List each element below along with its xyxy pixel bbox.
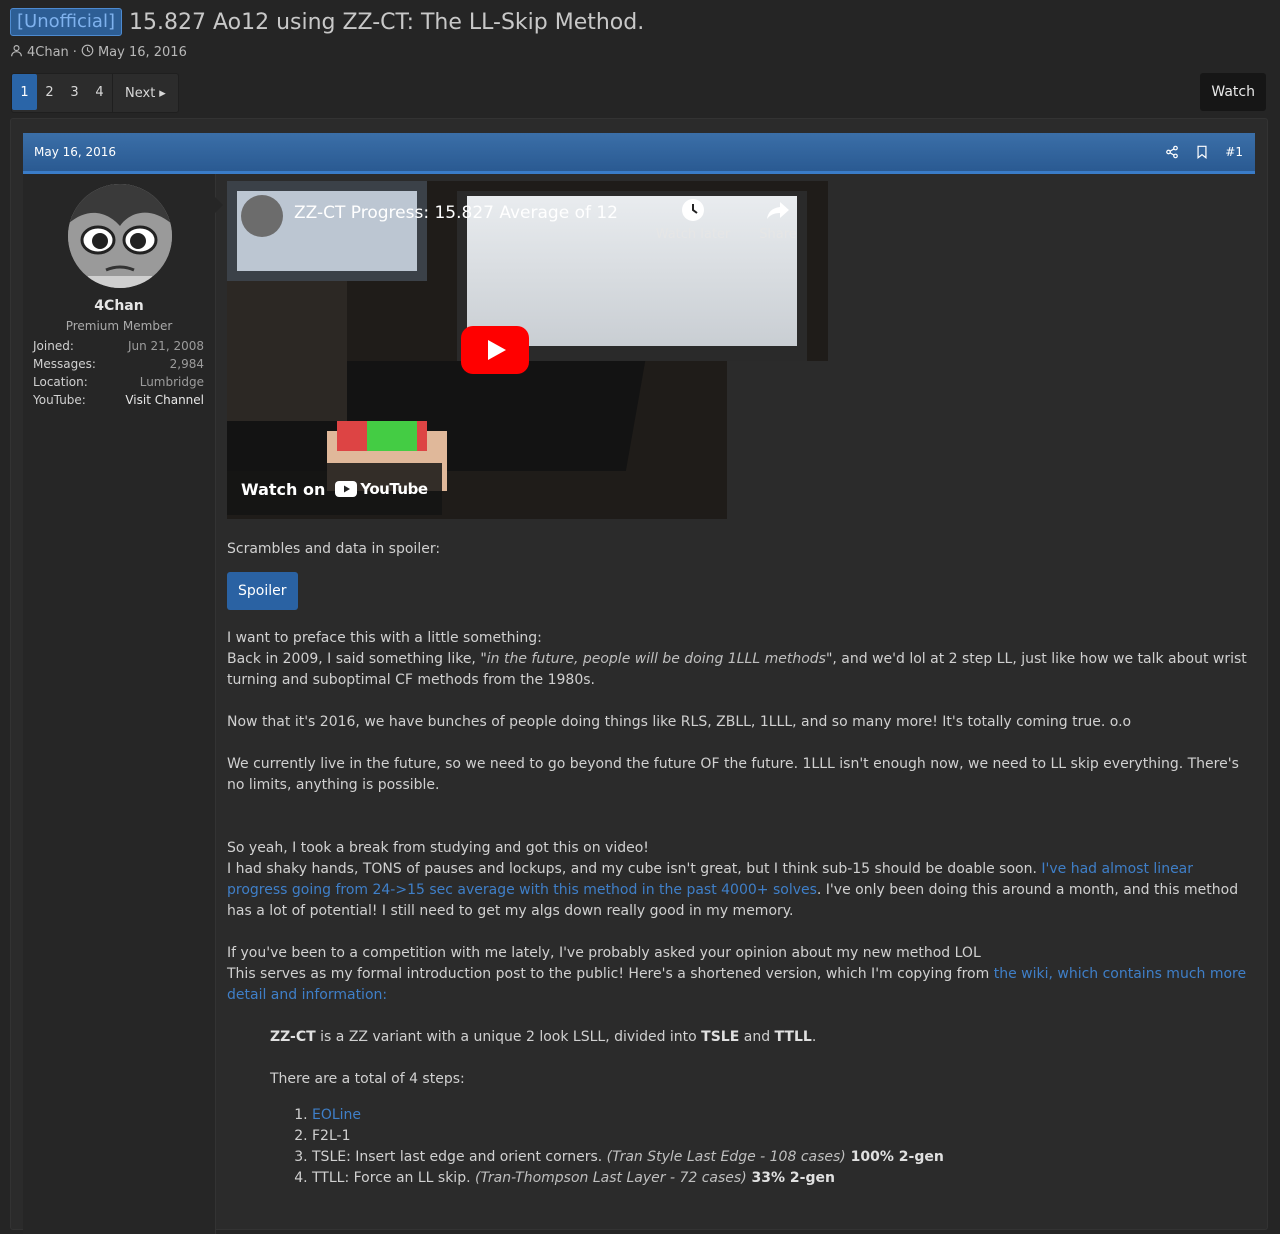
ttll-bold: TTLL: [774, 1029, 812, 1045]
p4-text-a: I had shaky hands, TONS of pauses and lo…: [227, 861, 1042, 877]
p1-quote: in the future, people will be doing 1LLL…: [486, 651, 826, 667]
paragraph-3: We currently live in the future, so we n…: [227, 756, 1239, 793]
stat-key: YouTube:: [33, 393, 86, 407]
thread-meta: 4Chan · May 16, 2016: [10, 44, 187, 61]
play-button-icon[interactable]: [461, 326, 529, 374]
p5-text-a: This serves as my formal introduction po…: [227, 966, 994, 982]
stat-value[interactable]: 2,984: [170, 355, 204, 373]
paragraph-5: If you've been to a competition with me …: [227, 943, 1247, 1006]
steps-list: EOLine F2L-1 TSLE: Insert last edge and …: [227, 1105, 1247, 1189]
user-panel-arrow: [215, 197, 223, 213]
caret-right-icon: ▸: [159, 85, 166, 101]
user-stats: Joined: Jun 21, 2008 Messages: 2,984 Loc…: [33, 337, 204, 409]
username[interactable]: 4Chan: [23, 298, 215, 314]
p5-line1: If you've been to a competition with me …: [227, 945, 981, 961]
paragraph-1: I want to preface this with a little som…: [227, 628, 1247, 691]
post-date[interactable]: May 16, 2016: [34, 145, 1165, 159]
bookmark-icon[interactable]: [1195, 145, 1209, 159]
p1-text-a: Back in 2009, I said something like, ": [227, 651, 487, 667]
page-2-button[interactable]: 2: [37, 74, 62, 110]
paragraph-2: Now that it's 2016, we have bunches of p…: [227, 714, 1132, 730]
post-number[interactable]: #1: [1225, 145, 1243, 159]
step-item: TSLE: Insert last edge and orient corner…: [312, 1147, 1247, 1168]
video-embed[interactable]: ZZ-CT Progress: 15.827 Average of 12 Wat…: [227, 181, 828, 519]
spoiler-intro: Scrambles and data in spoiler:: [227, 541, 441, 557]
step-italic: (Tran-Thompson Last Layer - 72 cases): [474, 1170, 747, 1186]
paragraph-4: So yeah, I took a break from studying an…: [227, 838, 1247, 922]
thread-date[interactable]: May 16, 2016: [98, 45, 187, 60]
channel-avatar[interactable]: [241, 195, 283, 237]
youtube-channel-link[interactable]: Visit Channel: [125, 391, 204, 409]
thread-title-text: 15.827 Ao12 using ZZ-CT: The LL-Skip Met…: [128, 10, 645, 35]
page-4-button[interactable]: 4: [87, 74, 112, 110]
share-video-button[interactable]: Share: [738, 197, 818, 242]
post: May 16, 2016 #1 4Chan Premium Member Joi…: [10, 118, 1268, 1234]
post-header: May 16, 2016 #1: [23, 133, 1255, 174]
page-3-button[interactable]: 3: [62, 74, 87, 110]
share-arrow-icon: [765, 197, 791, 223]
spoiler-button[interactable]: Spoiler: [227, 572, 298, 610]
stat-key: Location:: [33, 375, 88, 389]
stat-row-location: Location: Lumbridge: [33, 373, 204, 391]
watch-later-button[interactable]: Watch later: [653, 197, 733, 242]
thread-title: [Unofficial] 15.827 Ao12 using ZZ-CT: Th…: [10, 8, 644, 36]
thread-author[interactable]: 4Chan: [27, 45, 69, 60]
avatar[interactable]: [68, 184, 172, 288]
user-icon: [10, 44, 23, 61]
stat-value: Jun 21, 2008: [127, 339, 204, 353]
clock-icon: [680, 197, 706, 223]
watch-thread-button[interactable]: Watch: [1200, 73, 1266, 111]
page-1-button[interactable]: 1: [12, 74, 37, 110]
q1-text-d: .: [811, 1029, 817, 1045]
q1-text-c: and: [739, 1029, 775, 1045]
step-text: TSLE: Insert last edge and orient corner…: [312, 1149, 607, 1165]
user-title: Premium Member: [65, 319, 173, 333]
step-bold: 100% 2-gen: [845, 1149, 944, 1165]
eoline-link[interactable]: EOLine: [312, 1107, 361, 1123]
zzct-bold: ZZ-CT: [270, 1029, 316, 1045]
tsle-bold: TSLE: [701, 1029, 740, 1045]
stat-value[interactable]: Lumbridge: [140, 373, 204, 391]
meta-separator: ·: [72, 45, 77, 60]
step-bold: 33% 2-gen: [746, 1170, 835, 1186]
stat-row-messages: Messages: 2,984: [33, 355, 204, 373]
stat-row-youtube: YouTube: Visit Channel: [33, 391, 204, 409]
youtube-play-icon: [335, 481, 358, 497]
step-item: EOLine: [312, 1105, 1247, 1126]
thread-prefix[interactable]: [Unofficial]: [10, 8, 122, 36]
step-item: F2L-1: [312, 1126, 1247, 1147]
q1-text-a: is a ZZ variant with a unique 2 look LSL…: [315, 1029, 702, 1045]
step-item: TTLL: Force an LL skip. (Tran-Thompson L…: [312, 1168, 1247, 1189]
share-label: Share: [759, 227, 797, 242]
clock-icon: [81, 44, 94, 61]
post-content: ZZ-CT Progress: 15.827 Average of 12 Wat…: [227, 181, 1247, 1189]
watch-on-label: Watch on: [241, 479, 326, 499]
video-title[interactable]: ZZ-CT Progress: 15.827 Average of 12: [294, 203, 618, 223]
share-icon[interactable]: [1165, 145, 1179, 159]
quote-paragraph-1: ZZ-CT is a ZZ variant with a unique 2 lo…: [270, 1027, 1247, 1048]
youtube-logo: YouTube: [335, 480, 428, 498]
next-label: Next: [125, 85, 156, 101]
watch-on-youtube-button[interactable]: Watch on YouTube: [227, 463, 442, 515]
step-italic: (Tran Style Last Edge - 108 cases): [606, 1149, 846, 1165]
user-panel: 4Chan Premium Member Joined: Jun 21, 200…: [23, 174, 216, 1234]
watch-later-label: Watch later: [655, 227, 731, 242]
quote-paragraph-2: There are a total of 4 steps:: [270, 1071, 465, 1087]
youtube-wordmark: YouTube: [360, 480, 428, 498]
stat-key: Joined:: [33, 339, 74, 353]
step-text: F2L-1: [312, 1128, 351, 1144]
pagination: 1 2 3 4 Next ▸: [11, 73, 179, 113]
stat-row-joined: Joined: Jun 21, 2008: [33, 337, 204, 355]
next-page-button[interactable]: Next ▸: [112, 74, 178, 112]
step-text: TTLL: Force an LL skip.: [312, 1170, 475, 1186]
p1-line1: I want to preface this with a little som…: [227, 630, 542, 646]
p4-line1: So yeah, I took a break from studying an…: [227, 840, 649, 856]
stat-key: Messages:: [33, 357, 96, 371]
